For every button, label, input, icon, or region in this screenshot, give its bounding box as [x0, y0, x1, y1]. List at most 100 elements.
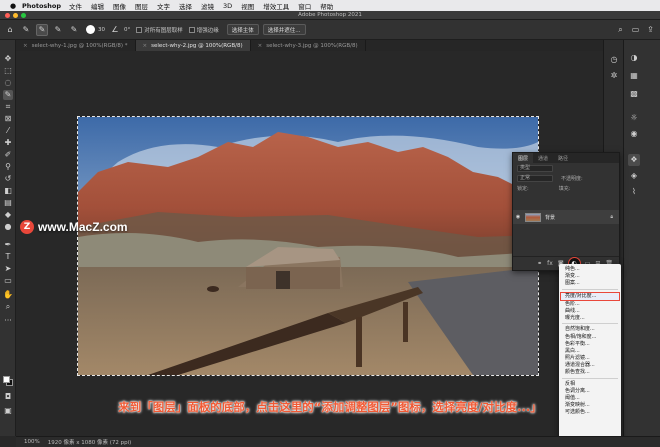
close-window-button[interactable]: [5, 13, 10, 18]
menu-item-exposure[interactable]: 曝光度...: [559, 315, 621, 322]
tab-document-1[interactable]: × select-why-1.jpg @ 100%(RGB/8) *: [16, 40, 136, 51]
paths-panel-icon[interactable]: ⌇: [628, 186, 640, 198]
brush-size-value[interactable]: 30: [98, 27, 105, 33]
quick-selection-tool-icon[interactable]: ✎: [3, 90, 13, 100]
subtract-selection-icon[interactable]: ✎: [68, 24, 80, 36]
tab-document-3[interactable]: × select-why-3.jpg @ 100%(RGB/8): [251, 40, 366, 51]
more-tools-icon[interactable]: ···: [3, 316, 13, 326]
menu-image[interactable]: 图像: [113, 1, 126, 11]
tab-document-2[interactable]: × select-why-2.jpg @ 100%(RGB/8): [135, 40, 251, 51]
link-layers-icon[interactable]: ⚭: [537, 260, 542, 267]
blend-mode-select[interactable]: 正常: [517, 174, 553, 182]
menu-item-brightness-contrast[interactable]: 亮度/对比度...: [560, 291, 620, 301]
menu-item-hue-saturation[interactable]: 色相/饱和度...: [559, 334, 621, 341]
layers-panel-icon[interactable]: ❖: [628, 154, 640, 166]
clone-stamp-icon[interactable]: ⚲: [3, 162, 13, 172]
history-panel-icon[interactable]: ◷: [608, 54, 620, 66]
home-icon[interactable]: ⌂: [4, 24, 16, 36]
zoom-tool-icon[interactable]: ⌕: [3, 302, 13, 312]
app-menu[interactable]: Photoshop: [22, 2, 61, 10]
zoom-level[interactable]: 100%: [24, 439, 40, 445]
close-tab-icon[interactable]: ×: [258, 43, 263, 49]
lock-icon[interactable]: 🔒︎: [610, 214, 613, 220]
menu-plugins[interactable]: 增效工具: [263, 1, 289, 11]
lasso-tool-icon[interactable]: ◌: [3, 78, 13, 88]
history-brush-icon[interactable]: ↺: [3, 174, 13, 184]
select-and-mask-button[interactable]: 选择并遮住...: [262, 24, 306, 35]
angle-value[interactable]: 0°: [124, 27, 130, 33]
quick-select-tool-icon[interactable]: ✎: [20, 24, 32, 36]
apple-icon[interactable]: ●: [8, 0, 18, 11]
brush-tool-icon[interactable]: ✐: [3, 150, 13, 160]
libraries-panel-icon[interactable]: ◉: [628, 128, 640, 140]
layer-kind-filter[interactable]: 类型: [517, 164, 553, 172]
angle-icon: ∠: [111, 25, 119, 34]
close-tab-icon[interactable]: ×: [23, 43, 28, 49]
share-icon[interactable]: ⇪: [645, 24, 656, 35]
menu-item-color-balance[interactable]: 色彩平衡...: [559, 341, 621, 348]
eraser-tool-icon[interactable]: ◧: [3, 186, 13, 196]
menu-window[interactable]: 窗口: [298, 1, 311, 11]
add-selection-icon[interactable]: ✎: [52, 24, 64, 36]
rectangle-tool-icon[interactable]: ▭: [3, 276, 13, 286]
tab-channels[interactable]: 通道: [533, 153, 553, 163]
tab-paths[interactable]: 路径: [553, 153, 573, 163]
frame-tool-icon[interactable]: ⊠: [3, 114, 13, 124]
menu-type[interactable]: 文字: [157, 1, 170, 11]
layer-row-background[interactable]: ◉ 背景 🔒︎: [513, 210, 619, 224]
hand-tool-icon[interactable]: ✋: [3, 290, 13, 300]
menu-item-posterize[interactable]: 色调分离...: [559, 388, 621, 395]
visibility-eye-icon[interactable]: ◉: [513, 214, 523, 220]
eyedropper-tool-icon[interactable]: ⁄: [3, 126, 13, 136]
menu-item-black-white[interactable]: 黑白...: [559, 348, 621, 355]
minimize-window-button[interactable]: [13, 13, 18, 18]
foreground-color-swatch[interactable]: [3, 376, 10, 383]
type-tool-icon[interactable]: T: [3, 252, 13, 262]
crop-tool-icon[interactable]: ⌗: [3, 102, 13, 112]
search-icon[interactable]: ⌕: [615, 24, 626, 35]
healing-brush-icon[interactable]: ✚: [3, 138, 13, 148]
menu-help[interactable]: 帮助: [320, 1, 333, 11]
pen-tool-icon[interactable]: ✒: [3, 240, 13, 250]
close-tab-icon[interactable]: ×: [143, 43, 148, 49]
menu-view[interactable]: 视图: [241, 1, 254, 11]
options-bar: ⌂ ✎ ✎ ✎ ✎ 30 ∠ 0° 对所有图层取样 增强边缘 选择主体 选择并遮…: [0, 20, 660, 40]
menu-item-vibrance[interactable]: 自然饱和度...: [559, 326, 621, 333]
menu-select[interactable]: 选择: [179, 1, 192, 11]
menu-3d[interactable]: 3D: [223, 2, 232, 10]
properties-panel-icon[interactable]: ✲: [608, 70, 620, 82]
menu-item-levels[interactable]: 色阶...: [559, 301, 621, 308]
new-selection-icon[interactable]: ✎: [36, 23, 48, 36]
layer-filter-row: 类型: [513, 163, 619, 173]
document-image[interactable]: [77, 116, 539, 376]
adjustments-panel-icon[interactable]: ☼: [628, 112, 640, 124]
menu-file[interactable]: 文件: [69, 1, 82, 11]
zoom-window-button[interactable]: [21, 13, 26, 18]
move-tool-icon[interactable]: ✥: [3, 54, 13, 64]
gradient-tool-icon[interactable]: ▤: [3, 198, 13, 208]
dodge-tool-icon[interactable]: ●: [3, 222, 13, 232]
menu-item-invert[interactable]: 反相: [559, 381, 621, 388]
select-subject-button[interactable]: 选择主体: [226, 24, 259, 35]
color-panel-icon[interactable]: ◑: [628, 52, 640, 64]
patterns-panel-icon[interactable]: ▩: [628, 88, 640, 100]
document-info[interactable]: 1920 像素 x 1080 像素 (72 ppi): [48, 438, 132, 446]
layer-style-icon[interactable]: fx: [547, 260, 553, 267]
menu-item-pattern[interactable]: 图案...: [559, 280, 621, 287]
channels-panel-icon[interactable]: ◈: [628, 170, 640, 182]
swatches-panel-icon[interactable]: ▦: [628, 70, 640, 82]
brush-preview-icon[interactable]: [86, 25, 95, 34]
workspace-icon[interactable]: ▭: [630, 24, 641, 35]
enhance-edge-checkbox[interactable]: [188, 26, 195, 33]
sample-all-layers-checkbox[interactable]: [136, 26, 143, 33]
blur-tool-icon[interactable]: ◆: [3, 210, 13, 220]
menu-item-color-lookup[interactable]: 颜色查找...: [559, 369, 621, 376]
landscape-photo: [78, 117, 538, 375]
path-selection-icon[interactable]: ➤: [3, 264, 13, 274]
tab-layers[interactable]: 图层: [513, 153, 534, 163]
marquee-tool-icon[interactable]: ⬚: [3, 66, 13, 76]
menu-filter[interactable]: 滤镜: [201, 1, 214, 11]
menu-layer[interactable]: 图层: [135, 1, 148, 11]
menu-edit[interactable]: 编辑: [91, 1, 104, 11]
sample-all-layers-label: 对所有图层取样: [144, 27, 183, 34]
